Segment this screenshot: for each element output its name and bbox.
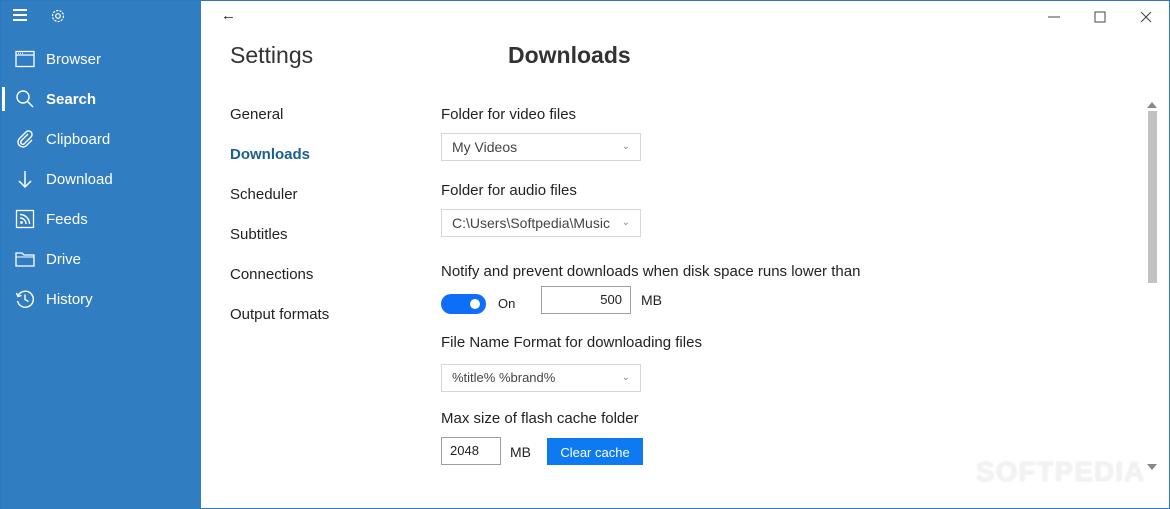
gear-icon[interactable] <box>49 7 67 25</box>
scroll-up-arrow-icon[interactable] <box>1146 97 1158 108</box>
sidebar: Browser Search Clipboard Download Feeds … <box>1 1 201 509</box>
settings-subnav: General Downloads Scheduler Subtitles Co… <box>230 105 329 345</box>
disk-space-toggle[interactable] <box>441 294 486 314</box>
main-content: ← Settings Downloads General Downloads S… <box>201 1 1170 509</box>
sidebar-item-label: Search <box>46 90 97 108</box>
watermark: SOFTPEDIA <box>976 456 1146 487</box>
close-button[interactable] <box>1123 1 1169 33</box>
app-window: Browser Search Clipboard Download Feeds … <box>0 0 1170 509</box>
sidebar-item-clipboard[interactable]: Clipboard <box>1 119 201 159</box>
sidebar-header <box>1 1 201 33</box>
back-arrow-icon[interactable]: ← <box>221 7 236 24</box>
sidebar-item-search[interactable]: Search <box>1 79 201 119</box>
disk-space-unit: MB <box>641 292 662 308</box>
minimize-icon <box>1048 16 1060 18</box>
chevron-down-icon: ⌄ <box>621 372 630 383</box>
sidebar-nav: Browser Search Clipboard Download Feeds … <box>1 39 201 319</box>
video-folder-select[interactable]: My Videos ⌄ <box>441 133 641 161</box>
section-title: Downloads <box>508 42 631 68</box>
sidebar-item-history[interactable]: History <box>1 279 201 319</box>
sidebar-item-feeds[interactable]: Feeds <box>1 199 201 239</box>
sidebar-item-label: Download <box>46 170 113 188</box>
audio-folder-select[interactable]: C:\Users\Softpedia\Music ⌄ <box>441 209 641 237</box>
sidebar-item-label: Browser <box>46 50 102 68</box>
maximize-button[interactable] <box>1077 1 1123 33</box>
disk-space-label: Notify and prevent downloads when disk s… <box>441 263 861 280</box>
audio-folder-value: C:\Users\Softpedia\Music <box>452 215 610 231</box>
disk-space-input[interactable]: 500 <box>541 286 631 314</box>
rss-feed-icon <box>15 209 35 229</box>
video-folder-value: My Videos <box>452 139 518 155</box>
sidebar-item-label: Clipboard <box>46 130 111 148</box>
video-folder-label: Folder for video files <box>441 106 577 123</box>
close-icon <box>1140 11 1152 23</box>
history-clock-icon <box>15 289 35 309</box>
subnav-connections[interactable]: Connections <box>230 265 329 305</box>
audio-folder-label: Folder for audio files <box>441 182 577 199</box>
file-name-format-value: %title% %brand% <box>452 370 556 385</box>
file-name-format-select[interactable]: %title% %brand% ⌄ <box>441 364 641 392</box>
sidebar-item-drive[interactable]: Drive <box>1 239 201 279</box>
sidebar-item-label: Drive <box>46 250 82 268</box>
chevron-down-icon: ⌄ <box>621 141 630 152</box>
scroll-down-arrow-icon[interactable] <box>1146 459 1158 470</box>
subnav-general[interactable]: General <box>230 105 329 145</box>
scrollbar-thumb[interactable] <box>1148 111 1157 283</box>
subnav-scheduler[interactable]: Scheduler <box>230 185 329 225</box>
file-name-format-label: File Name Format for downloading files <box>441 334 702 351</box>
flash-cache-unit: MB <box>510 444 531 460</box>
flash-cache-input[interactable]: 2048 <box>441 437 501 465</box>
paperclip-icon <box>15 129 35 149</box>
toggle-knob <box>470 299 480 309</box>
search-icon <box>15 89 35 109</box>
sidebar-item-label: Feeds <box>46 210 88 228</box>
subnav-subtitles[interactable]: Subtitles <box>230 225 329 265</box>
arrow-down-icon <box>15 169 35 189</box>
hamburger-icon[interactable] <box>13 9 27 21</box>
sidebar-item-download[interactable]: Download <box>1 159 201 199</box>
vertical-scrollbar[interactable] <box>1146 97 1158 473</box>
chevron-down-icon: ⌄ <box>621 217 630 228</box>
subnav-output-formats[interactable]: Output formats <box>230 305 329 345</box>
clear-cache-button[interactable]: Clear cache <box>547 438 643 465</box>
minimize-button[interactable] <box>1031 1 1077 33</box>
sidebar-item-browser[interactable]: Browser <box>1 39 201 79</box>
flash-cache-label: Max size of flash cache folder <box>441 410 639 427</box>
subnav-downloads[interactable]: Downloads <box>230 145 329 185</box>
browser-window-icon <box>15 49 35 69</box>
folder-icon <box>15 249 35 269</box>
sidebar-item-label: History <box>46 290 93 308</box>
disk-space-toggle-label: On <box>498 296 516 311</box>
page-title: Settings <box>230 42 314 68</box>
maximize-icon <box>1094 11 1106 23</box>
